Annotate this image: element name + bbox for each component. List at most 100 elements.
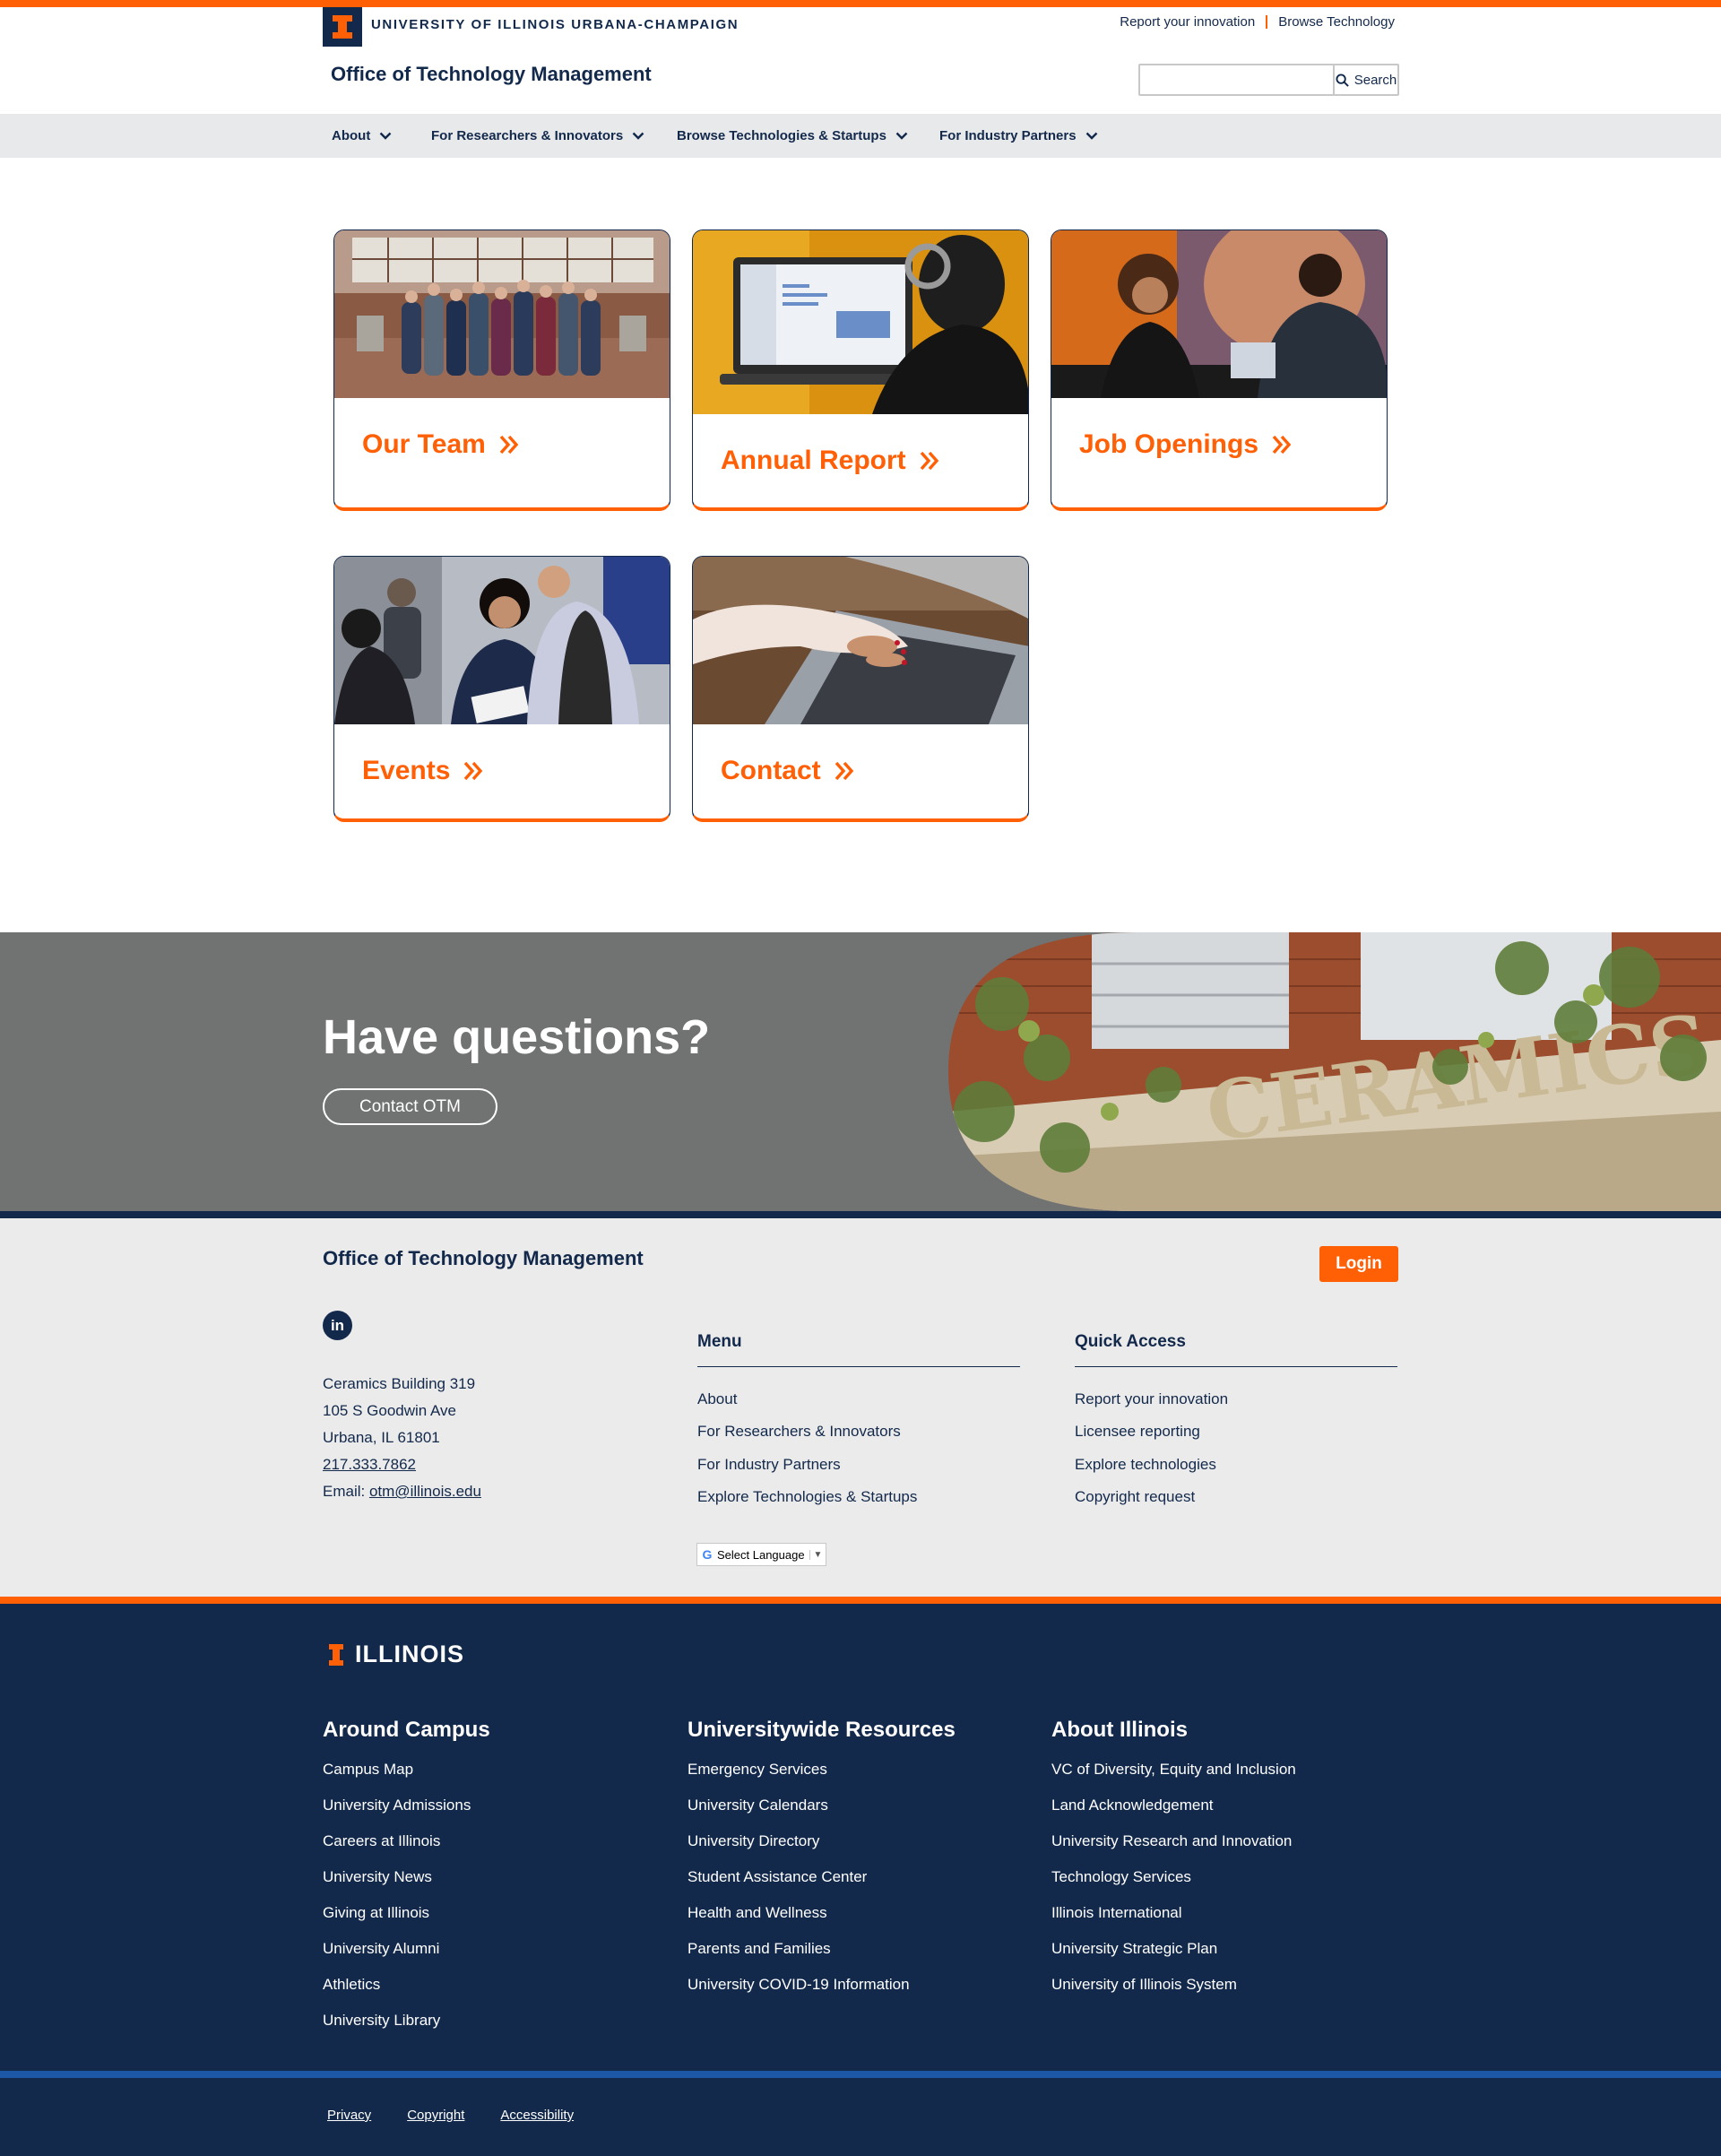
university-wordmark[interactable]: UNIVERSITY OF ILLINOIS URBANA-CHAMPAIGN — [371, 17, 739, 32]
language-select[interactable]: G Select Language ▼ — [696, 1543, 826, 1566]
address-line: Ceramics Building 319 — [323, 1375, 476, 1392]
top-orange-strip — [0, 0, 1721, 7]
phone-link[interactable]: 217.333.7862 — [323, 1456, 416, 1473]
utility-links: Report your innovation Browse Technology — [1120, 14, 1395, 30]
ceramics-building-facade-photo: CERAMICS — [948, 932, 1721, 1211]
card-our-team[interactable]: Our Team — [333, 229, 670, 511]
footer-link[interactable]: Emergency Services — [688, 1752, 956, 1788]
footer-link[interactable]: University COVID-19 Information — [688, 1967, 956, 2003]
footer-menu-item-researchers[interactable]: For Researchers & Innovators — [697, 1416, 1020, 1448]
address-line: Urbana, IL 61801 — [323, 1429, 440, 1446]
footer-link[interactable]: Illinois International — [1051, 1895, 1296, 1931]
quick-access-item-licensee[interactable]: Licensee reporting — [1075, 1416, 1397, 1448]
card-title-contact[interactable]: Contact — [721, 756, 855, 786]
card-events[interactable]: Events — [333, 556, 670, 822]
card-title-events[interactable]: Events — [362, 756, 484, 786]
card-title-job-openings[interactable]: Job Openings — [1079, 429, 1293, 460]
footer-link[interactable]: University Research and Innovation — [1051, 1823, 1296, 1859]
footer-link[interactable]: Giving at Illinois — [323, 1895, 490, 1931]
unit-footer: Office of Technology Management Login in… — [0, 1218, 1721, 1597]
footer-link[interactable]: University News — [323, 1859, 490, 1895]
nav-item-industry-partners[interactable]: For Industry Partners — [939, 114, 1098, 158]
accessibility-link[interactable]: Accessibility — [500, 2108, 574, 2123]
footer-column-title: Universitywide Resources — [688, 1718, 956, 1742]
utility-divider — [1266, 15, 1268, 29]
footer-column-universitywide-resources: Universitywide Resources Emergency Servi… — [688, 1718, 956, 2003]
footer-link[interactable]: Technology Services — [1051, 1859, 1296, 1895]
search-icon — [1336, 73, 1349, 87]
cta-title: Have questions? — [323, 1010, 711, 1064]
nav-item-about[interactable]: About — [332, 114, 392, 158]
email-link[interactable]: otm@illinois.edu — [369, 1483, 481, 1500]
footer-menu-title: Menu — [697, 1332, 1020, 1367]
footer-link[interactable]: Careers at Illinois — [323, 1823, 490, 1859]
footer-link[interactable]: Parents and Families — [688, 1931, 956, 1967]
nav-item-label: For Researchers & Innovators — [431, 128, 624, 143]
copyright-link[interactable]: Copyright — [407, 2108, 464, 2123]
double-chevron-right-icon — [499, 435, 519, 455]
footer-link[interactable]: University Admissions — [323, 1788, 490, 1823]
footer-menu-item-explore[interactable]: Explore Technologies & Startups — [697, 1481, 1020, 1513]
footer-column-title: Around Campus — [323, 1718, 490, 1742]
search-button-label: Search — [1353, 72, 1397, 88]
footer-link[interactable]: Land Acknowledgement — [1051, 1788, 1296, 1823]
legal-footer: Privacy Copyright Accessibility — [0, 2078, 1721, 2156]
double-chevron-right-icon — [464, 761, 483, 781]
illinois-wordmark: ILLINOIS — [355, 1641, 464, 1667]
site-title[interactable]: Office of Technology Management — [331, 63, 652, 86]
search-button[interactable]: Search — [1333, 65, 1397, 94]
footer-column-title: About Illinois — [1051, 1718, 1188, 1742]
footer-menu-item-about[interactable]: About — [697, 1383, 1020, 1416]
block-i-logo-icon[interactable] — [323, 7, 362, 47]
footer-link[interactable]: University of Illinois System — [1051, 1967, 1296, 2003]
double-chevron-right-icon — [1272, 435, 1292, 455]
footer-link[interactable]: University Strategic Plan — [1051, 1931, 1296, 1967]
linkedin-icon[interactable]: in — [323, 1311, 352, 1340]
contact-otm-button[interactable]: Contact OTM — [323, 1088, 497, 1125]
legal-links: Privacy Copyright Accessibility — [327, 2108, 574, 2123]
footer-link[interactable]: Campus Map — [323, 1752, 490, 1788]
privacy-link[interactable]: Privacy — [327, 2108, 371, 2123]
card-title-our-team[interactable]: Our Team — [362, 429, 520, 460]
interview-photo — [1051, 230, 1387, 398]
report-innovation-link[interactable]: Report your innovation — [1120, 14, 1255, 30]
nav-item-browse-technologies[interactable]: Browse Technologies & Startups — [677, 114, 908, 158]
search-input[interactable] — [1140, 65, 1333, 94]
card-contact[interactable]: Contact — [692, 556, 1029, 822]
main-navigation: About For Researchers & Innovators Brows… — [0, 114, 1721, 158]
email-label: Email: — [323, 1483, 369, 1500]
nav-item-researchers[interactable]: For Researchers & Innovators — [431, 114, 644, 158]
language-select-label: Select Language — [717, 1547, 805, 1562]
address-block: Ceramics Building 319 105 S Goodwin Ave … — [323, 1371, 481, 1505]
google-icon: G — [702, 1547, 713, 1562]
quick-access-title: Quick Access — [1075, 1332, 1397, 1367]
footer-link[interactable]: VC of Diversity, Equity and Inclusion — [1051, 1752, 1296, 1788]
browse-technology-link[interactable]: Browse Technology — [1278, 14, 1395, 30]
address-line: 105 S Goodwin Ave — [323, 1402, 457, 1419]
footer-column-around-campus: Around Campus Campus Map University Admi… — [323, 1718, 490, 2039]
footer-link[interactable]: University Directory — [688, 1823, 956, 1859]
quick-access-item-copyright[interactable]: Copyright request — [1075, 1481, 1397, 1513]
footer-link[interactable]: University Alumni — [323, 1931, 490, 1967]
footer-link[interactable]: University Calendars — [688, 1788, 956, 1823]
footer-site-title[interactable]: Office of Technology Management — [323, 1247, 644, 1270]
footer-column-about-illinois: About Illinois VC of Diversity, Equity a… — [1051, 1718, 1296, 2003]
footer-link[interactable]: Student Assistance Center — [688, 1859, 956, 1895]
nav-item-label: Browse Technologies & Startups — [677, 128, 886, 143]
footer-menu-item-industry[interactable]: For Industry Partners — [697, 1449, 1020, 1481]
card-annual-report[interactable]: Annual Report — [692, 229, 1029, 511]
quick-access-item-report[interactable]: Report your innovation — [1075, 1383, 1397, 1416]
card-title-label: Our Team — [362, 429, 486, 459]
footer-link[interactable]: University Library — [323, 2003, 490, 2039]
footer-link[interactable]: Health and Wellness — [688, 1895, 956, 1931]
footer-link[interactable]: Athletics — [323, 1967, 490, 2003]
double-chevron-right-icon — [835, 761, 853, 781]
card-title-label: Contact — [721, 756, 821, 785]
quick-access-item-explore[interactable]: Explore technologies — [1075, 1449, 1397, 1481]
login-button[interactable]: Login — [1319, 1246, 1398, 1282]
illinois-logo[interactable]: ILLINOIS — [328, 1641, 464, 1668]
chevron-down-icon — [895, 132, 908, 140]
card-title-label: Events — [362, 756, 451, 785]
card-job-openings[interactable]: Job Openings — [1051, 229, 1388, 511]
card-title-annual-report[interactable]: Annual Report — [721, 446, 940, 476]
